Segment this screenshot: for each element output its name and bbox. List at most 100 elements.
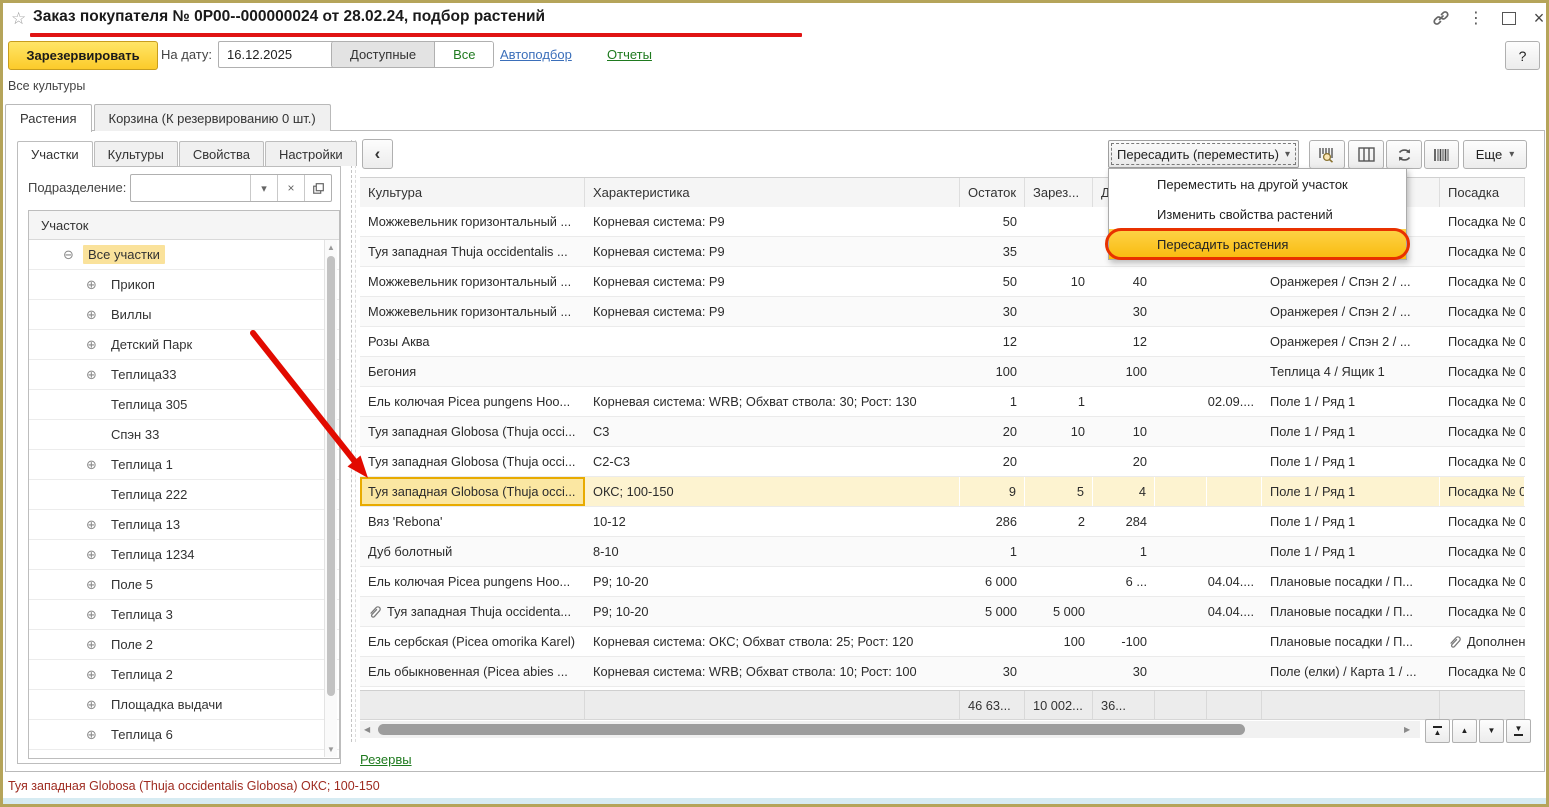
- table-row[interactable]: Дуб болотный8-1011Поле 1 / Ряд 1Посадка …: [360, 537, 1525, 567]
- barcode-search-icon[interactable]: [1309, 140, 1345, 169]
- cell-5: [1155, 657, 1207, 686]
- tree-item[interactable]: ⊕Прикоп: [29, 270, 339, 300]
- horizontal-scrollbar[interactable]: ◀ ▶: [360, 721, 1420, 738]
- tree-item[interactable]: Спэн 33: [29, 420, 339, 450]
- table-row[interactable]: Ель колючая Picea pungens Hoo...Корневая…: [360, 387, 1525, 417]
- tree-item[interactable]: ⊕Поле 2: [29, 630, 339, 660]
- refresh-icon[interactable]: [1386, 140, 1422, 169]
- reserve-button[interactable]: Зарезервировать: [8, 41, 158, 70]
- maximize-icon[interactable]: [1496, 6, 1522, 30]
- tree-item[interactable]: ⊕Теплица 1234: [29, 540, 339, 570]
- department-combo[interactable]: ▾ ×: [130, 174, 332, 202]
- reports-link[interactable]: Отчеты: [607, 47, 652, 62]
- expand-icon[interactable]: ⊕: [84, 307, 99, 323]
- tree-item[interactable]: ⊕Площадка выдачи: [29, 690, 339, 720]
- tab-plants[interactable]: Растения: [5, 104, 92, 132]
- sidebar-tab-0[interactable]: Участки: [17, 141, 93, 167]
- expand-icon[interactable]: ⊕: [84, 637, 99, 653]
- toggle-available[interactable]: Доступные: [332, 42, 435, 67]
- help-button[interactable]: ?: [1505, 41, 1540, 70]
- tree-item[interactable]: ⊕Теплица 1: [29, 450, 339, 480]
- sidebar-tab-2[interactable]: Свойства: [179, 141, 264, 166]
- close-icon[interactable]: ×: [1526, 6, 1549, 30]
- combo-clear-icon[interactable]: ×: [277, 175, 304, 201]
- column-header-2[interactable]: Остаток: [960, 178, 1025, 207]
- go-first-button[interactable]: ▲: [1425, 719, 1450, 743]
- more-icon[interactable]: ⋮: [1463, 6, 1489, 30]
- link-icon[interactable]: [1428, 6, 1454, 30]
- menu-item-1[interactable]: Изменить свойства растений: [1109, 199, 1406, 229]
- tree-item[interactable]: ⊕Виллы: [29, 300, 339, 330]
- table-row[interactable]: Вяз 'Rebona'10-122862284Поле 1 / Ряд 1По…: [360, 507, 1525, 537]
- columns-icon[interactable]: [1348, 140, 1384, 169]
- tree-item[interactable]: ⊕Поле 5: [29, 570, 339, 600]
- availability-toggle[interactable]: Доступные Все: [331, 41, 494, 68]
- tree-item[interactable]: ⊕Теплица 2: [29, 660, 339, 690]
- combo-dropdown-icon[interactable]: ▾: [250, 175, 277, 201]
- scroll-left-icon[interactable]: ◀: [364, 725, 370, 734]
- table-row[interactable]: Туя западная Thuja occidenta...P9; 10-20…: [360, 597, 1525, 627]
- scroll-down-icon[interactable]: ▼: [325, 745, 337, 754]
- toggle-all[interactable]: Все: [435, 42, 493, 67]
- go-next-button[interactable]: ▼: [1479, 719, 1504, 743]
- expand-icon[interactable]: ⊕: [84, 577, 99, 593]
- sidebar-tab-3[interactable]: Настройки: [265, 141, 357, 166]
- hscroll-thumb[interactable]: [378, 724, 1245, 735]
- tree-item[interactable]: ⊕Теплица 3: [29, 600, 339, 630]
- table-row[interactable]: Бегония100100Теплица 4 / Ящик 1Посадка №…: [360, 357, 1525, 387]
- date-input[interactable]: 16.12.2025: [218, 41, 336, 68]
- table-row[interactable]: Туя западная Globosa (Thuja occi...C3201…: [360, 417, 1525, 447]
- menu-item-0[interactable]: Переместить на другой участок: [1109, 169, 1406, 199]
- tree-item[interactable]: ⊕Детский Парк: [29, 330, 339, 360]
- column-header-3[interactable]: Зарез...: [1025, 178, 1093, 207]
- sidebar-tab-1[interactable]: Культуры: [94, 141, 178, 166]
- menu-item-2[interactable]: Пересадить растения: [1109, 229, 1406, 259]
- tree-scrollbar[interactable]: ▲ ▼: [324, 240, 337, 757]
- tree-item[interactable]: ⊕Поле 3: [29, 750, 339, 759]
- column-header-0[interactable]: Культура: [360, 178, 585, 207]
- tree-item[interactable]: Теплица 222: [29, 480, 339, 510]
- expand-icon[interactable]: ⊕: [84, 727, 99, 743]
- barcode-icon[interactable]: [1424, 140, 1459, 169]
- reserves-link[interactable]: Резервы: [360, 752, 412, 767]
- scroll-up-icon[interactable]: ▲: [325, 243, 337, 252]
- collapse-icon[interactable]: ⊖: [61, 247, 76, 263]
- combo-open-icon[interactable]: [304, 175, 331, 201]
- expand-icon[interactable]: ⊕: [84, 547, 99, 563]
- pane-splitter[interactable]: [351, 140, 356, 742]
- expand-icon[interactable]: ⊕: [84, 457, 99, 473]
- tree-item[interactable]: ⊕Теплица33: [29, 360, 339, 390]
- table-row[interactable]: Ель колючая Picea pungens Hoo...P9; 10-2…: [360, 567, 1525, 597]
- table-row[interactable]: Ель сербская (Picea omorika Karel)Корнев…: [360, 627, 1525, 657]
- autopick-link[interactable]: Автоподбор: [500, 47, 572, 62]
- table-row[interactable]: Ель обыкновенная (Picea abies ...Корнева…: [360, 657, 1525, 687]
- expand-icon[interactable]: ⊕: [84, 697, 99, 713]
- column-header-1[interactable]: Характеристика: [585, 178, 960, 207]
- back-button[interactable]: ‹: [362, 139, 393, 169]
- favorite-star-icon[interactable]: ☆: [11, 9, 26, 29]
- tree-item[interactable]: Теплица 305: [29, 390, 339, 420]
- scroll-right-icon[interactable]: ▶: [1404, 725, 1410, 734]
- tree-item[interactable]: ⊕Теплица 13: [29, 510, 339, 540]
- expand-icon[interactable]: ⊕: [84, 277, 99, 293]
- table-row[interactable]: Розы Аква1212Оранжерея / Спэн 2 / ...Пос…: [360, 327, 1525, 357]
- table-row[interactable]: Можжевельник горизонтальный ...Корневая …: [360, 267, 1525, 297]
- transplant-move-button[interactable]: Пересадить (переместить)▾: [1108, 140, 1299, 168]
- tree-item[interactable]: ⊖Все участки: [29, 240, 339, 270]
- expand-icon[interactable]: ⊕: [84, 367, 99, 383]
- expand-icon[interactable]: ⊕: [84, 607, 99, 623]
- tree-scroll-thumb[interactable]: [327, 256, 335, 696]
- table-row[interactable]: Можжевельник горизонтальный ...Корневая …: [360, 297, 1525, 327]
- more-actions-button[interactable]: Еще▾: [1463, 140, 1527, 169]
- go-last-button[interactable]: ▼: [1506, 719, 1531, 743]
- column-header-8[interactable]: Посадка: [1440, 178, 1525, 207]
- expand-icon[interactable]: ⊕: [84, 757, 99, 760]
- tree-item[interactable]: ⊕Теплица 6: [29, 720, 339, 750]
- expand-icon[interactable]: ⊕: [84, 517, 99, 533]
- expand-icon[interactable]: ⊕: [84, 667, 99, 683]
- tab-basket[interactable]: Корзина (К резервированию 0 шт.): [94, 104, 331, 131]
- go-prev-button[interactable]: ▲: [1452, 719, 1477, 743]
- table-row[interactable]: Туя западная Globosa (Thuja occi...C2-C3…: [360, 447, 1525, 477]
- table-row[interactable]: Туя западная Globosa (Thuja occi...ОКС; …: [360, 477, 1525, 507]
- expand-icon[interactable]: ⊕: [84, 337, 99, 353]
